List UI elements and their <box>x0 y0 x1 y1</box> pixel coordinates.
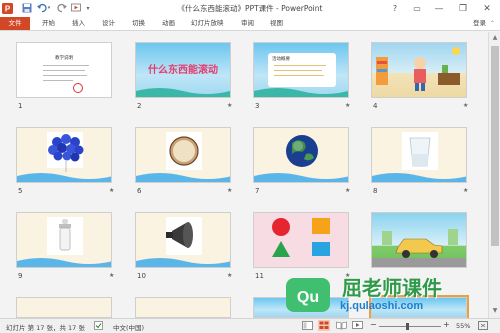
slide-number: 8 <box>373 187 378 195</box>
tab-home[interactable]: 开始 <box>42 17 55 30</box>
animation-star-icon: ★ <box>463 187 469 194</box>
help-button[interactable]: ? <box>384 0 406 17</box>
text-line <box>43 80 73 81</box>
slide-count-status: 幻灯片 第 17 张，共 17 张 <box>6 324 85 332</box>
drum-image <box>136 132 230 182</box>
slide-thumb-13[interactable] <box>16 297 112 318</box>
text-line <box>274 75 324 76</box>
slide-thumb-5[interactable] <box>16 127 112 183</box>
slide-thumb-10[interactable] <box>135 212 231 268</box>
slide-thumb-2[interactable]: 什么东西能滚动 <box>135 42 231 98</box>
slide-thumb-11[interactable] <box>253 212 349 268</box>
glass-image <box>372 132 466 182</box>
watermark-logo: Qu <box>286 278 330 312</box>
text-line <box>43 75 87 76</box>
slide-number: 6 <box>137 187 142 195</box>
animation-star-icon: ★ <box>109 187 115 194</box>
zoom-slider-track[interactable] <box>379 326 441 327</box>
text-line <box>274 65 326 66</box>
animation-star-icon: ★ <box>345 102 351 109</box>
ribbon-tab-bar: 文件 开始 插入 设计 切换 动画 幻灯片放映 审阅 视图 登录 ⌃ <box>0 17 500 31</box>
slide-thumb-14[interactable] <box>135 297 231 318</box>
reading-view-icon[interactable] <box>336 321 347 332</box>
text-line <box>43 70 85 71</box>
slide-number: 4 <box>373 102 378 110</box>
slide-1-title: 教学说明 <box>55 56 73 61</box>
animation-star-icon: ★ <box>463 102 469 109</box>
slide-sorter-view-icon[interactable] <box>318 320 330 333</box>
fit-to-window-icon[interactable] <box>478 321 488 332</box>
minimize-button[interactable]: — <box>428 0 450 17</box>
slide-thumb-6[interactable] <box>135 127 231 183</box>
normal-view-icon[interactable] <box>302 321 313 332</box>
watermark-brand: 屈老师课件 <box>342 276 442 300</box>
slideshow-view-icon[interactable] <box>352 321 363 332</box>
tab-view[interactable]: 视图 <box>270 17 283 30</box>
animation-star-icon: ★ <box>109 272 115 279</box>
classroom-illustration <box>376 47 460 91</box>
tab-file[interactable]: 文件 <box>0 17 30 30</box>
stamp-seal <box>73 83 83 93</box>
slide-thumb-3[interactable]: 活动概要 <box>253 42 349 98</box>
slide-number: 5 <box>18 187 23 195</box>
animation-star-icon: ★ <box>227 102 233 109</box>
restore-button[interactable]: ❐ <box>452 0 474 17</box>
ribbon-display-options-button[interactable]: ▭ <box>406 0 428 17</box>
slide-number: 10 <box>137 272 146 280</box>
animation-star-icon: ★ <box>227 272 233 279</box>
slide-number: 7 <box>255 187 260 195</box>
status-bar: 幻灯片 第 17 张，共 17 张 中文(中国) − + 55% <box>0 318 500 333</box>
slide-2-title: 什么东西能滚动 <box>148 65 218 76</box>
spellcheck-icon[interactable] <box>94 321 103 332</box>
slide-thumb-1[interactable]: 教学说明 <box>16 42 112 98</box>
slide-number: 3 <box>255 102 260 110</box>
slide-number: 11 <box>255 272 264 280</box>
slide-thumb-4[interactable] <box>371 42 467 98</box>
slide-number: 9 <box>18 272 23 280</box>
slide-thumb-12[interactable] <box>371 212 467 268</box>
watermark-url: kj.qulaoshi.com <box>340 300 424 312</box>
title-bar: P ▾ ▾ 《什么东西能滚动》PPT课件 - PowerPoint ? ▭ — … <box>0 0 500 17</box>
close-button[interactable]: ✕ <box>476 0 498 17</box>
tab-animations[interactable]: 动画 <box>162 17 175 30</box>
text-line <box>43 65 89 66</box>
tab-design[interactable]: 设计 <box>102 17 115 30</box>
slide-number: 1 <box>18 102 23 110</box>
slide-thumb-8[interactable] <box>371 127 467 183</box>
login-link[interactable]: 登录 <box>473 17 486 30</box>
animation-star-icon: ★ <box>227 187 233 194</box>
shapes-image <box>272 218 330 257</box>
zoom-out-button[interactable]: − <box>370 320 377 329</box>
zoom-level[interactable]: 55% <box>456 322 470 330</box>
slide-thumb-7[interactable] <box>253 127 349 183</box>
language-status[interactable]: 中文(中国) <box>113 322 144 332</box>
collapse-ribbon-icon[interactable]: ⌃ <box>490 17 495 30</box>
tab-transitions[interactable]: 切换 <box>132 17 145 30</box>
tab-review[interactable]: 审阅 <box>241 17 254 30</box>
animation-star-icon: ★ <box>345 187 351 194</box>
zoom-in-button[interactable]: + <box>443 320 450 329</box>
loudspeaker-image <box>136 217 230 267</box>
text-line <box>274 70 322 71</box>
car-illustration <box>372 229 466 267</box>
slide-thumb-9[interactable] <box>16 212 112 268</box>
scrollbar-thumb[interactable] <box>491 46 499 246</box>
slide-3-title: 活动概要 <box>272 57 290 62</box>
scroll-up-icon[interactable]: ▲ <box>490 33 500 43</box>
wave-decoration <box>136 88 230 97</box>
watermark: Qu 屈老师课件 kj.qulaoshi.com <box>282 270 494 320</box>
baby-bottle-image <box>17 217 111 267</box>
earth-image <box>254 135 348 182</box>
slide-number: 2 <box>137 102 142 110</box>
balloons-image <box>17 132 111 182</box>
zoom-slider-knob[interactable] <box>406 323 409 330</box>
svg-text:Qu: Qu <box>297 289 319 306</box>
tab-slideshow[interactable]: 幻灯片放映 <box>191 17 224 30</box>
wave-decoration <box>254 88 348 97</box>
tab-insert[interactable]: 插入 <box>72 17 85 30</box>
